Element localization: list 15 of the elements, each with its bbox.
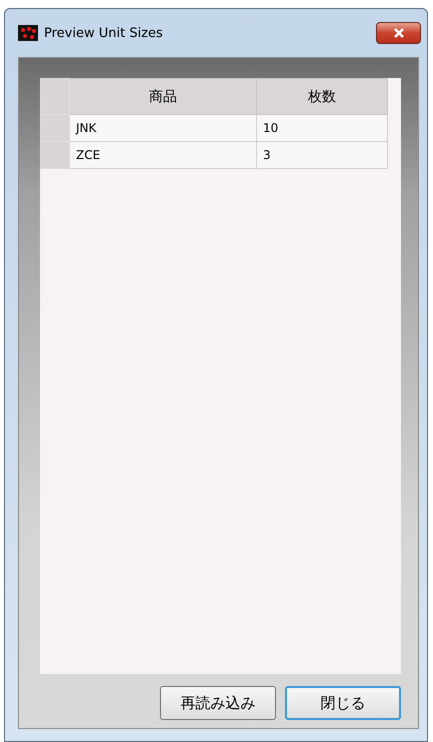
- row-header-corner: [40, 78, 70, 114]
- table-cell: JNK: [70, 114, 256, 142]
- close-dialog-button[interactable]: 閉じる: [285, 686, 401, 720]
- app-icon: [18, 25, 38, 41]
- close-icon: [392, 28, 404, 38]
- column-header[interactable]: 商品: [70, 78, 256, 114]
- table-cell: ZCE: [70, 142, 256, 168]
- table-cell: 10: [256, 114, 388, 142]
- row-header[interactable]: [40, 142, 70, 168]
- table-cell: 3: [256, 142, 388, 168]
- close-button[interactable]: [376, 22, 421, 44]
- window-title: Preview Unit Sizes: [44, 26, 163, 40]
- column-header[interactable]: 枚数: [256, 78, 388, 114]
- reload-button[interactable]: 再読み込み: [160, 686, 276, 720]
- row-header[interactable]: [40, 114, 70, 142]
